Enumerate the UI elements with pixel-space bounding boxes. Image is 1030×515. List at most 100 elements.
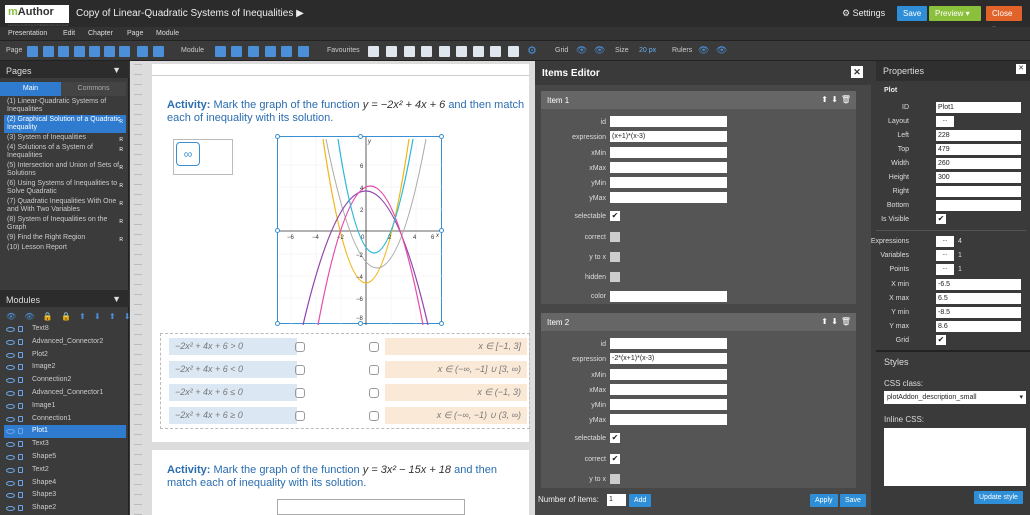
width-field[interactable]: 260 bbox=[936, 158, 1021, 169]
update-style-button[interactable]: Update style bbox=[974, 491, 1023, 504]
lock-icon[interactable] bbox=[18, 326, 23, 332]
inequality-item[interactable]: −2x² + 4x + 6 ≥ 0 bbox=[169, 407, 297, 424]
xmax-field[interactable]: 6.5 bbox=[936, 293, 1021, 304]
inline-css-textarea[interactable] bbox=[884, 428, 1026, 486]
ymin-input[interactable] bbox=[610, 399, 727, 411]
module-item[interactable]: Shape2 bbox=[4, 502, 126, 515]
ymax-field[interactable]: 8.6 bbox=[936, 321, 1021, 332]
grid-checkbox[interactable]: ✔ bbox=[936, 335, 946, 345]
connector-point[interactable] bbox=[295, 342, 305, 352]
eye-icon[interactable] bbox=[6, 506, 15, 512]
ymax-input[interactable] bbox=[610, 192, 727, 204]
module-item[interactable]: Text2 bbox=[4, 464, 126, 477]
move-down-icon[interactable] bbox=[153, 46, 164, 57]
fav-audio-icon[interactable] bbox=[508, 46, 519, 57]
id-input[interactable] bbox=[610, 338, 727, 349]
lock-icon[interactable] bbox=[18, 402, 23, 409]
xmin-input[interactable] bbox=[610, 146, 727, 158]
eye-icon[interactable] bbox=[6, 403, 15, 409]
expression-input[interactable]: (x+1)*(x-3) bbox=[610, 131, 727, 143]
move-up-icon[interactable]: ⬆ bbox=[821, 95, 828, 104]
fav-gap-icon[interactable] bbox=[490, 46, 501, 57]
module-item[interactable]: Text3 bbox=[4, 438, 126, 451]
module-item[interactable]: Plot2 bbox=[4, 349, 126, 362]
menu-module[interactable]: Module bbox=[156, 30, 179, 37]
fav-abc-icon[interactable] bbox=[473, 46, 484, 57]
page-item[interactable]: (4) Solutions of a System of Inequalitie… bbox=[4, 143, 126, 161]
hidden-checkbox[interactable] bbox=[610, 271, 620, 282]
eye-icon[interactable] bbox=[6, 339, 15, 345]
eye-icon[interactable] bbox=[6, 378, 15, 384]
lock-icon[interactable] bbox=[18, 415, 23, 422]
editor-save-button[interactable]: Save bbox=[840, 494, 866, 507]
eye-icon[interactable] bbox=[6, 352, 15, 358]
variables-button[interactable]: ... bbox=[936, 250, 954, 261]
rulers-snap-icon[interactable]: 👁 bbox=[716, 45, 730, 56]
eye-icon[interactable] bbox=[6, 480, 15, 486]
id-input[interactable] bbox=[610, 116, 727, 127]
trash-icon[interactable]: 🗑 bbox=[841, 95, 851, 104]
fav-button-icon[interactable] bbox=[439, 46, 450, 57]
resize-handle[interactable] bbox=[439, 228, 444, 233]
grid-toggle-icon[interactable]: 👁 bbox=[576, 45, 590, 56]
fav-gear-icon[interactable]: ⚙ bbox=[527, 44, 538, 57]
tab-commons[interactable]: Commons bbox=[61, 82, 126, 96]
inequality-item[interactable]: −2x² + 4x + 6 < 0 bbox=[169, 361, 297, 378]
menu-edit[interactable]: Edit bbox=[63, 30, 75, 37]
module-item[interactable]: Connection1 bbox=[4, 413, 126, 426]
solution-item[interactable]: x ∈ (−∞, −1] ∪ [3, ∞) bbox=[385, 361, 527, 378]
ymax-input[interactable] bbox=[610, 414, 727, 426]
css-class-select[interactable]: plotAddon_description_small ▾ bbox=[884, 391, 1026, 404]
lock-icon[interactable] bbox=[18, 505, 23, 512]
connector-box[interactable]: ∞ bbox=[173, 139, 233, 175]
solution-item[interactable]: x ∈ [−1, 3] bbox=[385, 338, 527, 355]
settings-button[interactable]: ⚙ Settings bbox=[842, 8, 885, 19]
selectable-checkbox[interactable]: ✔ bbox=[610, 432, 620, 443]
close-icon[interactable]: ✕ bbox=[1016, 64, 1026, 74]
menu-page[interactable]: Page bbox=[127, 30, 143, 37]
xmax-input[interactable] bbox=[610, 383, 727, 395]
undo-icon[interactable] bbox=[215, 46, 226, 57]
activity-text-2[interactable]: Activity: Mark the graph of the function… bbox=[167, 464, 527, 490]
eye-icon[interactable] bbox=[6, 429, 15, 435]
module-item[interactable]: Shape4 bbox=[4, 477, 126, 490]
grid-size-value[interactable]: 20 px bbox=[639, 47, 656, 54]
module-item[interactable]: Shape3 bbox=[4, 489, 126, 502]
xmin-field[interactable]: -6.5 bbox=[936, 279, 1021, 290]
connector-point[interactable] bbox=[295, 411, 305, 421]
left-field[interactable]: 228 bbox=[936, 130, 1021, 141]
resize-handle[interactable] bbox=[439, 134, 444, 139]
trash-icon[interactable]: 🗑 bbox=[841, 317, 851, 326]
resize-handle[interactable] bbox=[275, 228, 280, 233]
eye-icon[interactable] bbox=[6, 442, 15, 448]
fav-image-icon[interactable] bbox=[386, 46, 397, 57]
add-button[interactable]: Add bbox=[629, 494, 652, 507]
close-button[interactable]: Close ▾ bbox=[986, 6, 1022, 33]
tab-main[interactable]: Main bbox=[0, 82, 61, 96]
eye-icon[interactable] bbox=[6, 390, 15, 396]
page-settings-icon[interactable] bbox=[104, 46, 115, 57]
preview-button[interactable]: Preview ▾ bbox=[929, 6, 981, 21]
copy-page-icon[interactable] bbox=[43, 46, 54, 57]
resize-handle[interactable] bbox=[358, 134, 363, 139]
edit-page-icon[interactable] bbox=[119, 46, 130, 57]
lock-icon[interactable] bbox=[18, 492, 23, 499]
selectable-checkbox[interactable]: ✔ bbox=[610, 210, 620, 221]
module-item[interactable]: Text8 bbox=[4, 323, 126, 336]
connector-point[interactable] bbox=[369, 388, 379, 398]
fav-shape-icon[interactable] bbox=[404, 46, 415, 57]
eye-icon[interactable] bbox=[6, 365, 15, 371]
connector-point[interactable] bbox=[295, 388, 305, 398]
page-item[interactable]: (5) Intersection and Union of Sets of So… bbox=[4, 161, 126, 179]
activity-text-1[interactable]: Activity: Mark the graph of the function… bbox=[167, 99, 527, 125]
apply-button[interactable]: Apply bbox=[810, 494, 838, 507]
page-item[interactable]: (9) Find the Right Region R bbox=[4, 233, 126, 243]
add-page-icon[interactable] bbox=[27, 46, 38, 57]
page-item[interactable]: (8) System of Inequalities on the Graph R bbox=[4, 215, 126, 233]
page-item[interactable]: (7) Quadratic Inequalities With One and … bbox=[4, 197, 126, 215]
duplicate-page-icon[interactable] bbox=[74, 46, 85, 57]
inequality-item[interactable]: −2x² + 4x + 6 ≤ 0 bbox=[169, 384, 297, 401]
ymin-input[interactable] bbox=[610, 177, 727, 189]
resize-handle[interactable] bbox=[358, 321, 363, 326]
fav-table-icon[interactable] bbox=[421, 46, 432, 57]
